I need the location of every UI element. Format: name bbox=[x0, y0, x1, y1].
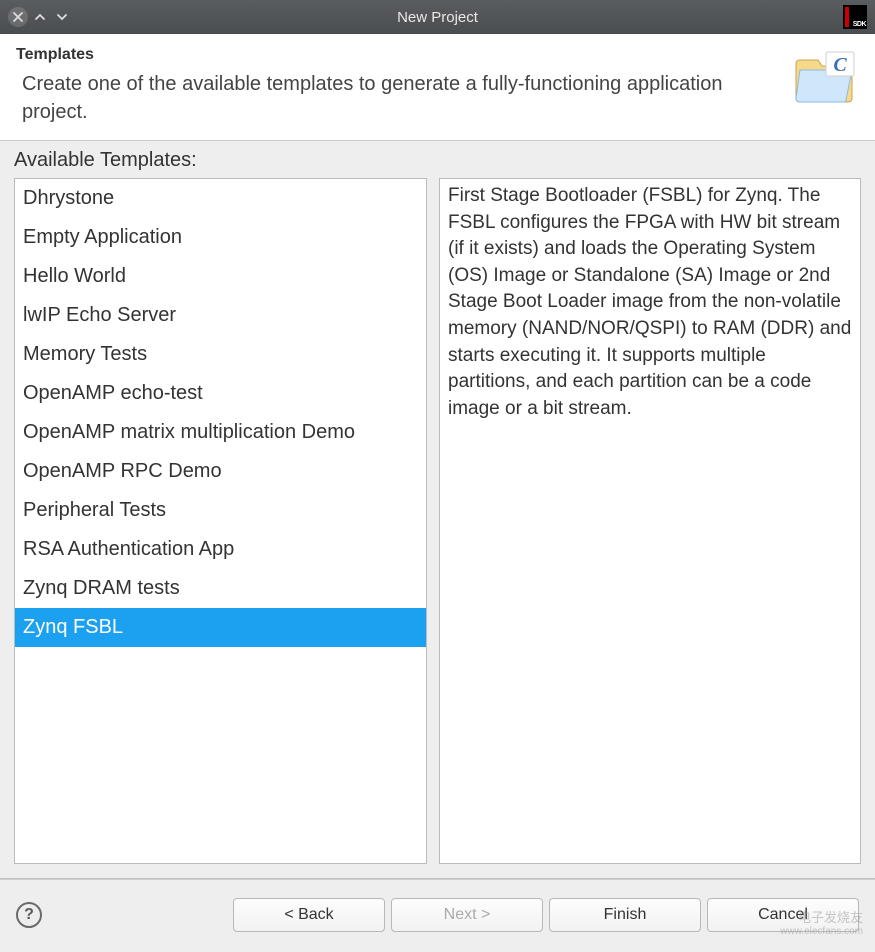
template-description: First Stage Bootloader (FSBL) for Zynq. … bbox=[439, 178, 861, 864]
c-project-folder-icon: C bbox=[789, 46, 859, 110]
template-item[interactable]: Peripheral Tests bbox=[15, 491, 426, 530]
template-item[interactable]: OpenAMP RPC Demo bbox=[15, 452, 426, 491]
chevron-up-icon[interactable] bbox=[30, 7, 50, 27]
window-title: New Project bbox=[0, 9, 875, 26]
help-icon[interactable]: ? bbox=[16, 902, 42, 928]
template-item[interactable]: Hello World bbox=[15, 257, 426, 296]
template-item[interactable]: OpenAMP matrix multiplication Demo bbox=[15, 413, 426, 452]
cancel-button[interactable]: Cancel bbox=[707, 898, 859, 932]
wizard-buttons: < Back Next > Finish Cancel bbox=[233, 898, 859, 932]
titlebar: New Project bbox=[0, 0, 875, 34]
template-item[interactable]: Zynq FSBL bbox=[15, 608, 426, 647]
footer: ? < Back Next > Finish Cancel bbox=[0, 880, 875, 952]
template-item[interactable]: RSA Authentication App bbox=[15, 530, 426, 569]
template-item[interactable]: OpenAMP echo-test bbox=[15, 374, 426, 413]
chevron-down-icon[interactable] bbox=[52, 7, 72, 27]
sdk-app-icon bbox=[843, 5, 867, 29]
template-item[interactable]: Empty Application bbox=[15, 218, 426, 257]
dialog-body: Templates Create one of the available te… bbox=[0, 34, 875, 952]
template-item[interactable]: Dhrystone bbox=[15, 179, 426, 218]
back-button[interactable]: < Back bbox=[233, 898, 385, 932]
templates-list-label: Available Templates: bbox=[14, 149, 861, 172]
template-item[interactable]: lwIP Echo Server bbox=[15, 296, 426, 335]
template-item[interactable]: Memory Tests bbox=[15, 335, 426, 374]
svg-text:C: C bbox=[833, 54, 847, 76]
finish-button[interactable]: Finish bbox=[549, 898, 701, 932]
close-icon[interactable] bbox=[8, 7, 28, 27]
header-panel: Templates Create one of the available te… bbox=[0, 34, 875, 141]
templates-list[interactable]: DhrystoneEmpty ApplicationHello WorldlwI… bbox=[14, 178, 427, 864]
next-button: Next > bbox=[391, 898, 543, 932]
template-item[interactable]: Zynq DRAM tests bbox=[15, 569, 426, 608]
page-description: Create one of the available templates to… bbox=[16, 70, 777, 126]
window-controls bbox=[8, 7, 72, 27]
content-area: Available Templates: DhrystoneEmpty Appl… bbox=[0, 141, 875, 878]
page-title: Templates bbox=[16, 46, 777, 64]
